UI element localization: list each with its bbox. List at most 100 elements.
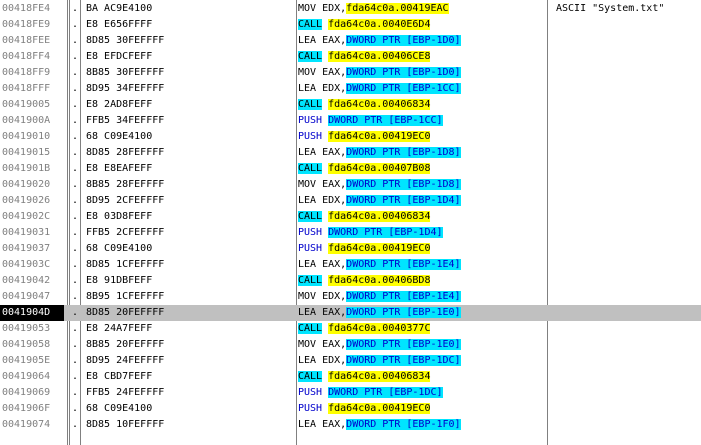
operand-address[interactable]: fda64c0a.00406834 (328, 211, 431, 222)
address-cell[interactable]: 0041904D (0, 305, 64, 321)
address-cell[interactable]: 00419069 (0, 385, 64, 401)
address-cell[interactable]: 00418FF9 (0, 65, 64, 81)
disassembly-pane[interactable]: 00418FE4. BA AC9E4100 MOV EDX,fda64c0a.004… (0, 0, 701, 445)
instruction-cell[interactable]: LEA EAX,DWORD PTR [EBP-1D8] (298, 145, 546, 161)
instruction-row[interactable]: 00419064. E8 CBD7FEFF CALL fda64c0a.004068… (0, 369, 701, 385)
instruction-row[interactable]: 00419058. 8B85 20FEFFFF MOV EAX,DWORD PTR … (0, 337, 701, 353)
instruction-row[interactable]: 0041902C. E8 03D8FEFF CALL fda64c0a.004068… (0, 209, 701, 225)
address-cell[interactable]: 00418FEE (0, 33, 64, 49)
operand-address[interactable]: fda64c0a.0040377C (328, 323, 431, 334)
instruction-row[interactable]: 00419026. 8D95 2CFEFFFF LEA EDX,DWORD PTR … (0, 193, 701, 209)
operand-address[interactable]: fda64c0a.00406BD8 (328, 275, 431, 286)
address-cell[interactable]: 00419010 (0, 129, 64, 145)
instruction-row[interactable]: 0041903C. 8D85 1CFEFFFF LEA EAX,DWORD PTR … (0, 257, 701, 273)
instruction-row[interactable]: 0041900A. FFB5 34FEFFFF PUSH DWORD PTR [EB… (0, 113, 701, 129)
instruction-row[interactable]: 00419053. E8 24A7FEFF CALL fda64c0a.004037… (0, 321, 701, 337)
address-cell[interactable]: 0041906F (0, 401, 64, 417)
instruction-row[interactable]: 00418FEE. 8D85 30FEFFFF LEA EAX,DWORD PTR … (0, 33, 701, 49)
operand-address[interactable]: fda64c0a.00419EC0 (328, 403, 431, 414)
address-cell[interactable]: 00418FF4 (0, 49, 64, 65)
hex-bytes-cell: 8D95 2CFEFFFF (86, 195, 165, 206)
address-cell[interactable]: 00419058 (0, 337, 64, 353)
instruction-cell[interactable]: PUSH fda64c0a.00419EC0 (298, 129, 546, 145)
address-cell[interactable]: 0041902C (0, 209, 64, 225)
instruction-cell[interactable]: LEA EAX,DWORD PTR [EBP-1D0] (298, 33, 546, 49)
instruction-row[interactable]: 00419005. E8 2AD8FEFF CALL fda64c0a.004068… (0, 97, 701, 113)
address-cell[interactable]: 00418FFF (0, 81, 64, 97)
instruction-cell[interactable]: PUSH DWORD PTR [EBP-1CC] (298, 113, 546, 129)
instruction-row[interactable]: 00419015. 8D85 28FEFFFF LEA EAX,DWORD PTR … (0, 145, 701, 161)
address-cell[interactable]: 00419037 (0, 241, 64, 257)
operand-address[interactable]: fda64c0a.00407B08 (328, 163, 431, 174)
instruction-cell[interactable]: PUSH fda64c0a.00419EC0 (298, 401, 546, 417)
instruction-cell[interactable]: PUSH fda64c0a.00419EC0 (298, 241, 546, 257)
address-cell[interactable]: 00419031 (0, 225, 64, 241)
instruction-cell[interactable]: CALL fda64c0a.0040E6D4 (298, 17, 546, 33)
operand-address[interactable]: fda64c0a.00406834 (328, 371, 431, 382)
instruction-cell[interactable]: CALL fda64c0a.00406834 (298, 97, 546, 113)
operand-address[interactable]: fda64c0a.00419EC0 (328, 131, 431, 142)
mnemonic: LEA EDX, (298, 355, 347, 366)
address-cell[interactable]: 0041901B (0, 161, 64, 177)
instruction-cell[interactable]: MOV EAX,DWORD PTR [EBP-1D0] (298, 65, 546, 81)
instruction-cell[interactable]: LEA EAX,DWORD PTR [EBP-1F0] (298, 417, 546, 433)
address-cell[interactable]: 00419047 (0, 289, 64, 305)
instruction-row[interactable]: 00418FE4. BA AC9E4100 MOV EDX,fda64c0a.004… (0, 1, 701, 17)
instruction-row[interactable]: 00418FFF. 8D95 34FEFFFF LEA EDX,DWORD PTR … (0, 81, 701, 97)
instruction-cell[interactable]: LEA EAX,DWORD PTR [EBP-1E0] (298, 305, 546, 321)
address-cell[interactable]: 00419015 (0, 145, 64, 161)
address-cell[interactable]: 0041900A (0, 113, 64, 129)
instruction-row[interactable]: 00419020. 8B85 28FEFFFF MOV EAX,DWORD PTR … (0, 177, 701, 193)
address-cell[interactable]: 00419026 (0, 193, 64, 209)
address-cell[interactable]: 0041903C (0, 257, 64, 273)
address-cell[interactable]: 00419074 (0, 417, 64, 433)
instruction-row[interactable]: 00419042. E8 91DBFEFF CALL fda64c0a.00406B… (0, 273, 701, 289)
instruction-cell[interactable]: CALL fda64c0a.00406CE8 (298, 49, 546, 65)
address-cell[interactable]: 0041905E (0, 353, 64, 369)
instruction-row[interactable]: 0041901B. E8 E8EAFEFF CALL fda64c0a.00407B… (0, 161, 701, 177)
instruction-cell[interactable]: CALL fda64c0a.00406BD8 (298, 273, 546, 289)
address-cell[interactable]: 00419064 (0, 369, 64, 385)
instruction-cell[interactable]: MOV EAX,DWORD PTR [EBP-1E0] (298, 337, 546, 353)
instruction-cell[interactable]: CALL fda64c0a.0040377C (298, 321, 546, 337)
instruction-cell[interactable]: MOV EDX,DWORD PTR [EBP-1E4] (298, 289, 546, 305)
instruction-row[interactable]: 00419037. 68 C09E4100 PUSH fda64c0a.00419E… (0, 241, 701, 257)
instruction-row[interactable]: 0041906F. 68 C09E4100 PUSH fda64c0a.00419E… (0, 401, 701, 417)
address-cell[interactable]: 00418FE9 (0, 17, 64, 33)
instruction-row-selected[interactable]: 0041904D. 8D85 20FEFFFF LEA EAX,DWORD PTR … (0, 305, 701, 321)
instruction-cell[interactable]: MOV EDX,fda64c0a.00419EAC (298, 1, 546, 17)
operand-address[interactable]: fda64c0a.00419EC0 (328, 243, 431, 254)
mnemonic: CALL (298, 51, 323, 62)
instruction-row[interactable]: 00419047. 8B95 1CFEFFFF MOV EDX,DWORD PTR … (0, 289, 701, 305)
operand-address[interactable]: fda64c0a.0040E6D4 (328, 19, 431, 30)
instruction-cell[interactable]: PUSH DWORD PTR [EBP-1DC] (298, 385, 546, 401)
instruction-cell[interactable]: PUSH DWORD PTR [EBP-1D4] (298, 225, 546, 241)
instruction-cell[interactable]: CALL fda64c0a.00406834 (298, 209, 546, 225)
instruction-cell[interactable]: CALL fda64c0a.00407B08 (298, 161, 546, 177)
instruction-cell[interactable]: MOV EAX,DWORD PTR [EBP-1D8] (298, 177, 546, 193)
address-cell[interactable]: 00419042 (0, 273, 64, 289)
instruction-cell[interactable]: LEA EAX,DWORD PTR [EBP-1E4] (298, 257, 546, 273)
operand-address[interactable]: fda64c0a.00406834 (328, 99, 431, 110)
mnemonic: LEA EAX, (298, 259, 347, 270)
operand-address[interactable]: fda64c0a.00406CE8 (328, 51, 431, 62)
operand-address[interactable]: fda64c0a.00419EAC (346, 3, 449, 14)
comment-cell: ASCII "System.txt" (556, 3, 665, 14)
instruction-cell[interactable]: CALL fda64c0a.00406834 (298, 369, 546, 385)
instruction-cell[interactable]: LEA EDX,DWORD PTR [EBP-1D4] (298, 193, 546, 209)
instruction-cell[interactable]: LEA EDX,DWORD PTR [EBP-1CC] (298, 81, 546, 97)
instruction-row[interactable]: 00418FF4. E8 EFDCFEFF CALL fda64c0a.00406C… (0, 49, 701, 65)
instruction-row[interactable]: 00419031. FFB5 2CFEFFFF PUSH DWORD PTR [EB… (0, 225, 701, 241)
instruction-row[interactable]: 00419074. 8D85 10FEFFFF LEA EAX,DWORD PTR … (0, 417, 701, 433)
address-cell[interactable]: 00419005 (0, 97, 64, 113)
address-cell[interactable]: 00418FE4 (0, 1, 64, 17)
flow-marker: . (71, 35, 79, 46)
address-cell[interactable]: 00419020 (0, 177, 64, 193)
instruction-row[interactable]: 00418FF9. 8B85 30FEFFFF MOV EAX,DWORD PTR … (0, 65, 701, 81)
instruction-row[interactable]: 0041905E. 8D95 24FEFFFF LEA EDX,DWORD PTR … (0, 353, 701, 369)
instruction-row[interactable]: 00418FE9. E8 E656FFFF CALL fda64c0a.0040E6… (0, 17, 701, 33)
instruction-row[interactable]: 00419069. FFB5 24FEFFFF PUSH DWORD PTR [EB… (0, 385, 701, 401)
instruction-row[interactable]: 00419010. 68 C09E4100 PUSH fda64c0a.00419E… (0, 129, 701, 145)
instruction-cell[interactable]: LEA EDX,DWORD PTR [EBP-1DC] (298, 353, 546, 369)
address-cell[interactable]: 00419053 (0, 321, 64, 337)
